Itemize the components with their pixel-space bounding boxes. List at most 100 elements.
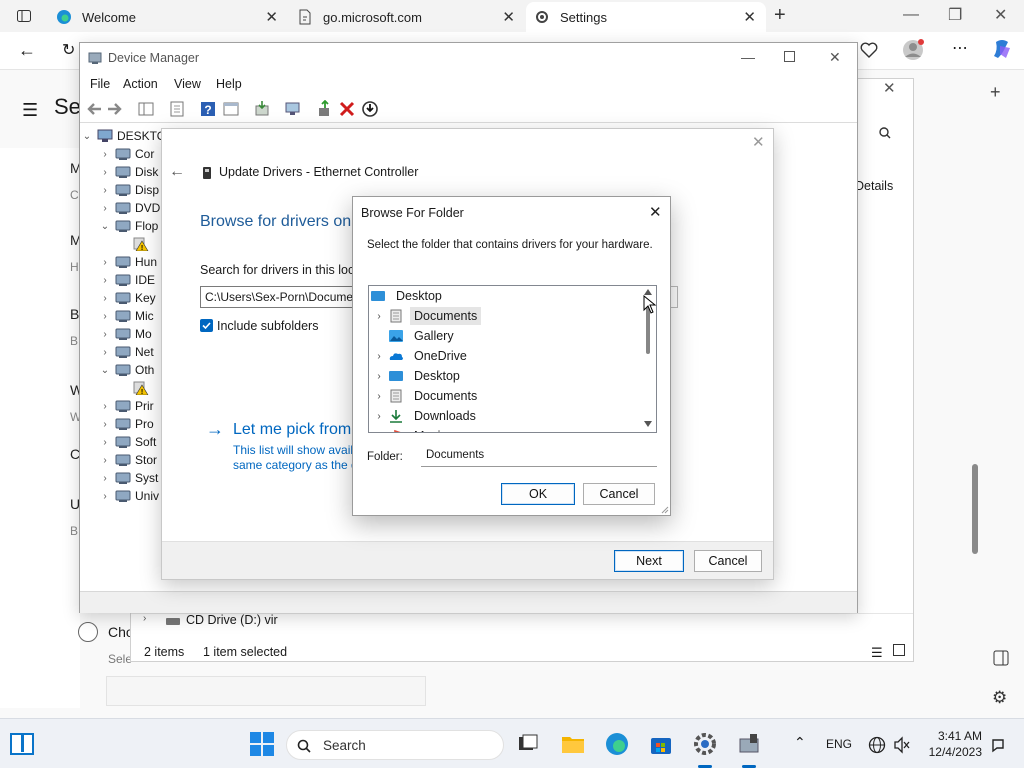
- minimize-icon[interactable]: —: [903, 6, 919, 24]
- folder-tree[interactable]: Desktop › Documents Gallery › OneDrive › Deskto…: [368, 285, 657, 433]
- chevron-right-icon[interactable]: ›: [370, 431, 388, 433]
- arrow-right-icon[interactable]: →: [206, 419, 224, 440]
- new-tab-button[interactable]: +: [774, 4, 786, 27]
- volume-muted-icon[interactable]: [893, 736, 911, 754]
- page-scrollbar[interactable]: [972, 464, 978, 554]
- folder-tree-item[interactable]: › Documents: [369, 386, 641, 406]
- explorer-search-box[interactable]: [859, 115, 913, 149]
- chevron-right-icon[interactable]: ›: [99, 149, 111, 160]
- split-view-icon[interactable]: [993, 650, 1009, 666]
- close-tab-icon[interactable]: ✕: [502, 8, 515, 26]
- device-manager-app-icon[interactable]: [736, 731, 762, 757]
- back-icon[interactable]: [85, 100, 103, 118]
- properties-sheet-icon[interactable]: [168, 100, 186, 118]
- ok-button[interactable]: OK: [501, 483, 575, 505]
- next-button[interactable]: Next: [614, 550, 684, 572]
- browse-cancel-button[interactable]: Cancel: [583, 483, 655, 505]
- settings-gear-icon[interactable]: ⚙: [992, 688, 1007, 708]
- close-icon[interactable]: ✕: [829, 49, 841, 66]
- edge-icon[interactable]: [604, 731, 630, 757]
- chevron-right-icon[interactable]: ›: [99, 167, 111, 178]
- folder-tree-item[interactable]: › Documents: [369, 306, 641, 326]
- menu-file[interactable]: File: [90, 77, 110, 91]
- task-view-icon[interactable]: [515, 731, 541, 757]
- update-driver-icon[interactable]: [253, 100, 271, 118]
- language-indicator[interactable]: ENG: [826, 737, 852, 751]
- chevron-right-icon[interactable]: ›: [99, 311, 111, 322]
- chevron-right-icon[interactable]: ›: [99, 293, 111, 304]
- folder-input[interactable]: Documents: [421, 445, 657, 467]
- copilot-icon[interactable]: [990, 38, 1014, 62]
- settings-app-icon[interactable]: [692, 731, 718, 757]
- chevron-right-icon[interactable]: ›: [99, 437, 111, 448]
- back-arrow-icon[interactable]: ←: [18, 40, 36, 61]
- chevron-right-icon[interactable]: ›: [99, 473, 111, 484]
- chevron-right-icon[interactable]: ›: [99, 455, 111, 466]
- view-console-icon[interactable]: [222, 100, 240, 118]
- chevron-right-icon[interactable]: ›: [370, 411, 388, 422]
- chevron-down-icon[interactable]: ⌄: [81, 131, 93, 142]
- close-tab-icon[interactable]: ✕: [265, 8, 278, 26]
- show-hide-tree-icon[interactable]: [137, 100, 155, 118]
- clock-date[interactable]: 12/4/2023: [922, 745, 982, 759]
- folder-tree-item[interactable]: › Downloads: [369, 406, 641, 426]
- add-driver-icon[interactable]: [316, 100, 334, 118]
- folder-tree-item[interactable]: Desktop: [369, 286, 641, 306]
- clock-time[interactable]: 3:41 AM: [926, 729, 982, 743]
- hamburger-menu-icon[interactable]: ☰: [22, 100, 38, 121]
- pick-driver-link[interactable]: Let me pick from: [233, 421, 351, 439]
- tab-settings[interactable]: Settings ✕: [526, 2, 766, 32]
- radio-button[interactable]: [78, 622, 98, 642]
- chevron-right-icon[interactable]: ›: [370, 391, 388, 402]
- menu-action[interactable]: Action: [123, 77, 158, 91]
- chevron-right-icon[interactable]: ›: [370, 371, 388, 382]
- resize-grip-icon[interactable]: [660, 505, 669, 514]
- folder-tree-item[interactable]: › OneDrive: [369, 346, 641, 366]
- uninstall-device-icon[interactable]: [338, 100, 356, 118]
- chevron-right-icon[interactable]: ›: [99, 275, 111, 286]
- chevron-down-icon[interactable]: ⌄: [99, 221, 111, 232]
- chevron-right-icon[interactable]: ›: [143, 613, 146, 624]
- help-icon[interactable]: ?: [199, 100, 217, 118]
- chevron-right-icon[interactable]: ›: [99, 329, 111, 340]
- add-icon[interactable]: +: [990, 82, 1001, 103]
- cd-drive-label[interactable]: CD Drive (D:) vir: [186, 613, 278, 627]
- chevron-right-icon[interactable]: ›: [370, 351, 388, 362]
- folder-tree-item[interactable]: › Music: [369, 426, 641, 433]
- tab-go-microsoft[interactable]: go.microsoft.com ✕: [289, 2, 525, 32]
- folder-tree-item[interactable]: › Desktop: [369, 366, 641, 386]
- profile-avatar[interactable]: [902, 39, 924, 61]
- restore-icon[interactable]: ❐: [948, 5, 962, 25]
- maximize-icon[interactable]: [784, 51, 795, 62]
- chevron-down-icon[interactable]: ⌄: [99, 365, 111, 376]
- start-icon[interactable]: [249, 731, 275, 757]
- notification-icon[interactable]: [990, 737, 1006, 753]
- details-button[interactable]: Details: [855, 179, 893, 193]
- chevron-up-icon[interactable]: ⌃: [794, 734, 806, 751]
- chevron-right-icon[interactable]: ›: [370, 311, 388, 322]
- tab-actions-icon[interactable]: [16, 8, 32, 24]
- chevron-right-icon[interactable]: ›: [99, 347, 111, 358]
- scroll-down-icon[interactable]: [644, 421, 652, 427]
- disable-device-icon[interactable]: [361, 100, 379, 118]
- globe-icon[interactable]: [868, 736, 886, 754]
- close-tab-icon[interactable]: ✕: [743, 8, 756, 26]
- tiles-view-icon[interactable]: [893, 644, 905, 656]
- driver-path-input[interactable]: C:\Users\Sex-Porn\Docume: [200, 286, 360, 308]
- include-subfolders-checkbox[interactable]: [200, 319, 213, 332]
- widgets-icon[interactable]: [10, 733, 34, 755]
- chevron-right-icon[interactable]: ›: [99, 419, 111, 430]
- store-icon[interactable]: [648, 731, 674, 757]
- wizard-back-icon[interactable]: ←: [169, 163, 185, 181]
- taskbar-search[interactable]: Search: [286, 730, 504, 760]
- chevron-right-icon[interactable]: ›: [99, 185, 111, 196]
- menu-view[interactable]: View: [174, 77, 201, 91]
- wizard-cancel-button[interactable]: Cancel: [694, 550, 762, 572]
- explorer-close-icon[interactable]: ✕: [883, 79, 896, 97]
- scan-hardware-icon[interactable]: [284, 100, 302, 118]
- chevron-right-icon[interactable]: ›: [99, 491, 111, 502]
- more-options-icon[interactable]: ⋯: [952, 38, 969, 58]
- refresh-icon[interactable]: ↻: [62, 40, 75, 60]
- details-view-icon[interactable]: ☰: [871, 645, 883, 661]
- close-window-icon[interactable]: ✕: [994, 5, 1007, 25]
